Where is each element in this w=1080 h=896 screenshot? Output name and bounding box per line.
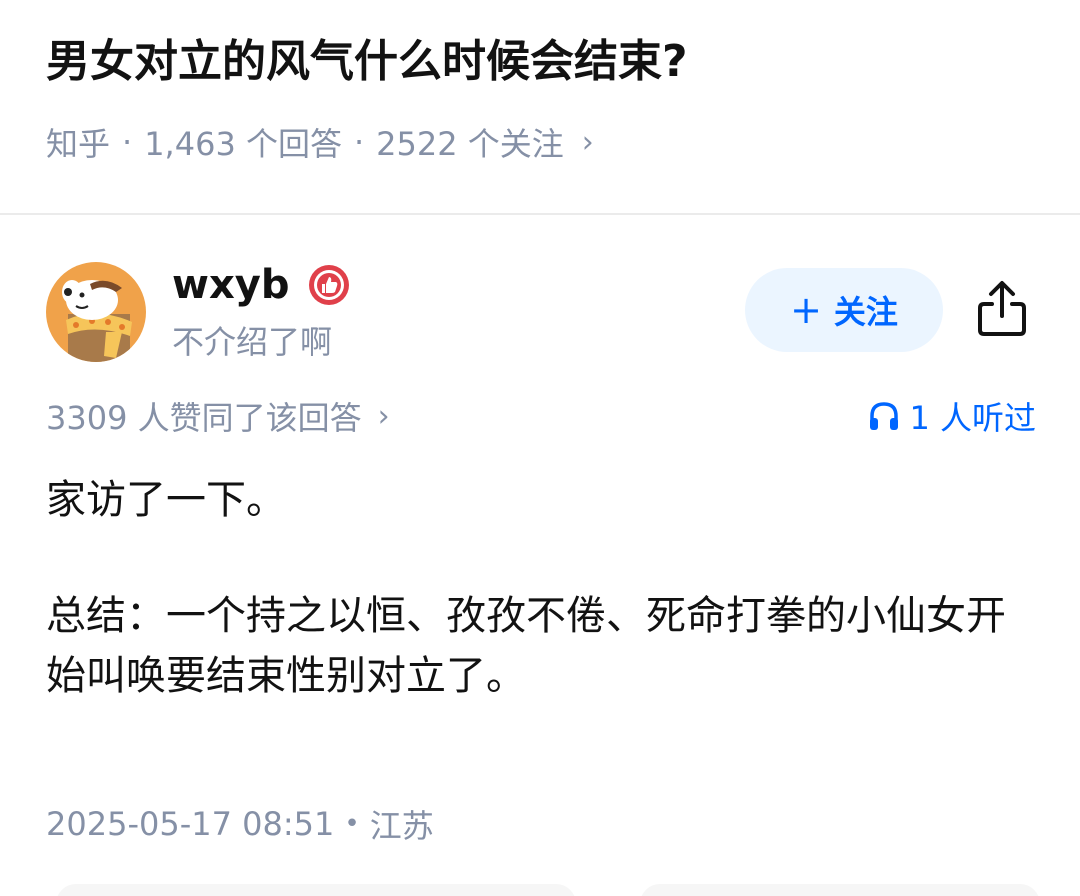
answer-paragraph: 总结：一个持之以恒、孜孜不倦、死命打拳的小仙女开始叫唤要结束性别对立了。 xyxy=(46,593,1006,699)
answer-page: 男女对立的风气什么时候会结束? 知乎 · 1,463 个回答 · 2522 个关… xyxy=(0,0,1080,896)
share-icon[interactable] xyxy=(972,278,1032,340)
follower-count: 2522 个关注 xyxy=(376,125,564,163)
follow-label: 关注 xyxy=(833,293,898,331)
upvote-count-link[interactable]: 3309 人赞同了该回答 › xyxy=(46,392,390,440)
follow-button[interactable]: + 关注 xyxy=(745,268,943,352)
answer-content: 家访了一下。 总结：一个持之以恒、孜孜不倦、死命打拳的小仙女开始叫唤要结束性别对… xyxy=(46,470,1036,762)
listen-count-label: 1 人听过 xyxy=(909,399,1036,437)
author-name[interactable]: wxyb xyxy=(172,262,289,308)
answer-count: 1,463 个回答 xyxy=(144,125,342,163)
avatar[interactable] xyxy=(46,262,146,362)
divider xyxy=(0,213,1080,215)
verified-badge-icon xyxy=(307,263,351,307)
author-bio: 不介绍了啊 xyxy=(172,323,333,361)
upvote-count: 3309 人赞同了该回答 xyxy=(46,399,362,437)
chevron-right-icon: › xyxy=(581,124,594,160)
answer-date: 2025-05-17 08:51 xyxy=(46,805,335,843)
meta-separator: · xyxy=(122,123,133,161)
listen-count[interactable]: 1 人听过 xyxy=(867,392,1036,440)
headphones-icon xyxy=(870,402,899,430)
question-meta[interactable]: 知乎 · 1,463 个回答 · 2522 个关注 › xyxy=(46,118,594,166)
chevron-right-icon: › xyxy=(377,398,390,434)
answer-footer-meta: 2025-05-17 08:51 • 江苏 xyxy=(46,800,434,848)
plus-icon: + xyxy=(790,288,822,332)
meta-separator: · xyxy=(353,123,365,161)
question-title[interactable]: 男女对立的风气什么时候会结束? xyxy=(46,30,1046,94)
bottom-action-pill[interactable] xyxy=(640,884,1040,896)
bottom-action-pill[interactable] xyxy=(56,884,576,896)
meta-separator: • xyxy=(344,809,360,839)
author-name-row[interactable]: wxyb xyxy=(172,258,351,312)
answer-location: 江苏 xyxy=(369,807,434,845)
source-label: 知乎 xyxy=(46,125,111,163)
answer-paragraph: 家访了一下。 xyxy=(46,477,286,523)
